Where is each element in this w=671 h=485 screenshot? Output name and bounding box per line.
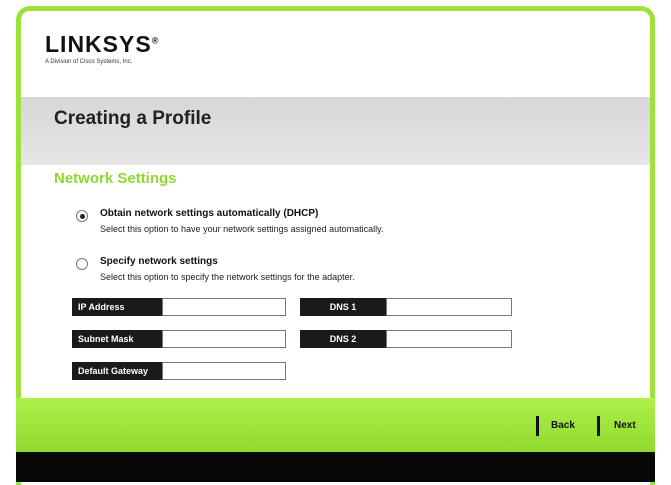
specify-option-label[interactable]: Specify network settings [100, 256, 218, 267]
dhcp-radio[interactable] [76, 210, 88, 222]
subnet-mask-input[interactable] [162, 330, 286, 348]
nav-separator [597, 416, 600, 436]
default-gateway-label: Default Gateway [72, 362, 162, 380]
ip-address-label: IP Address [72, 298, 162, 316]
footer-bar [16, 452, 655, 482]
dhcp-option-description: Select this option to have your network … [100, 224, 384, 234]
brand-tagline: A Division of Cisco Systems, Inc. [45, 59, 133, 65]
brand-mark: ® [151, 35, 160, 46]
brand-name: LINKSYS [45, 31, 152, 57]
specify-option-description: Select this option to specify the networ… [100, 272, 355, 282]
next-button[interactable]: Next [614, 420, 636, 431]
specify-radio[interactable] [76, 258, 88, 270]
linksys-logo: LINKSYS® [45, 31, 159, 58]
dns2-input[interactable] [386, 330, 512, 348]
header: LINKSYS® A Division of Cisco Systems, In… [21, 11, 650, 97]
dns1-input[interactable] [386, 298, 512, 316]
back-button[interactable]: Back [551, 420, 575, 431]
default-gateway-input[interactable] [162, 362, 286, 380]
nav-separator [536, 416, 539, 436]
ip-address-input[interactable] [162, 298, 286, 316]
dns2-label: DNS 2 [300, 330, 386, 348]
page-title: Creating a Profile [54, 108, 212, 129]
dns1-label: DNS 1 [300, 298, 386, 316]
subnet-mask-label: Subnet Mask [72, 330, 162, 348]
section-title: Network Settings [54, 170, 177, 187]
dhcp-option-label[interactable]: Obtain network settings automatically (D… [100, 208, 318, 219]
